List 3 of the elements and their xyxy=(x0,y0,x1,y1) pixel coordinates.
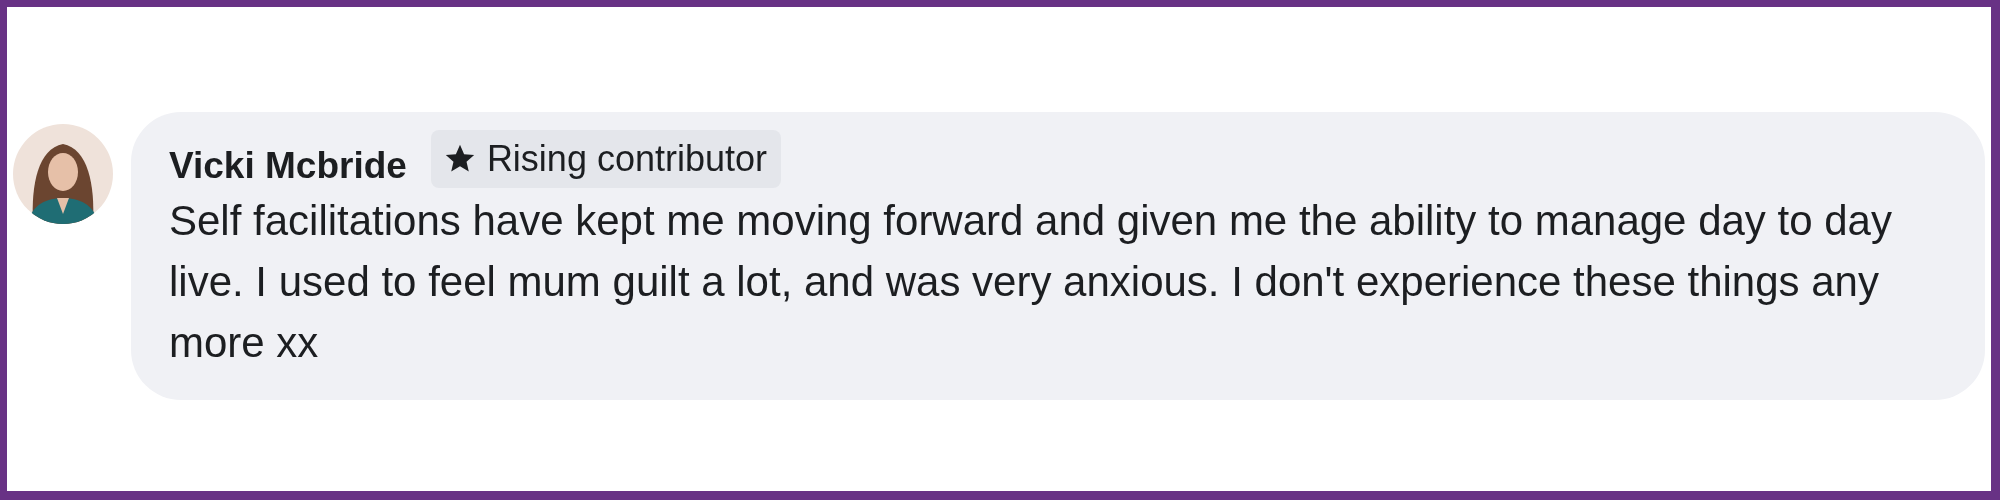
comment-text: Self facilitations have kept me moving forward and given me the ability to manage day to day live. I used to feel mum guilt a lot, and was very anxious. I don't experience these things any more xx xyxy=(169,196,1893,368)
author-name[interactable]: Vicki Mcbride xyxy=(169,131,407,187)
badge-label: Rising contributor xyxy=(486,138,767,180)
